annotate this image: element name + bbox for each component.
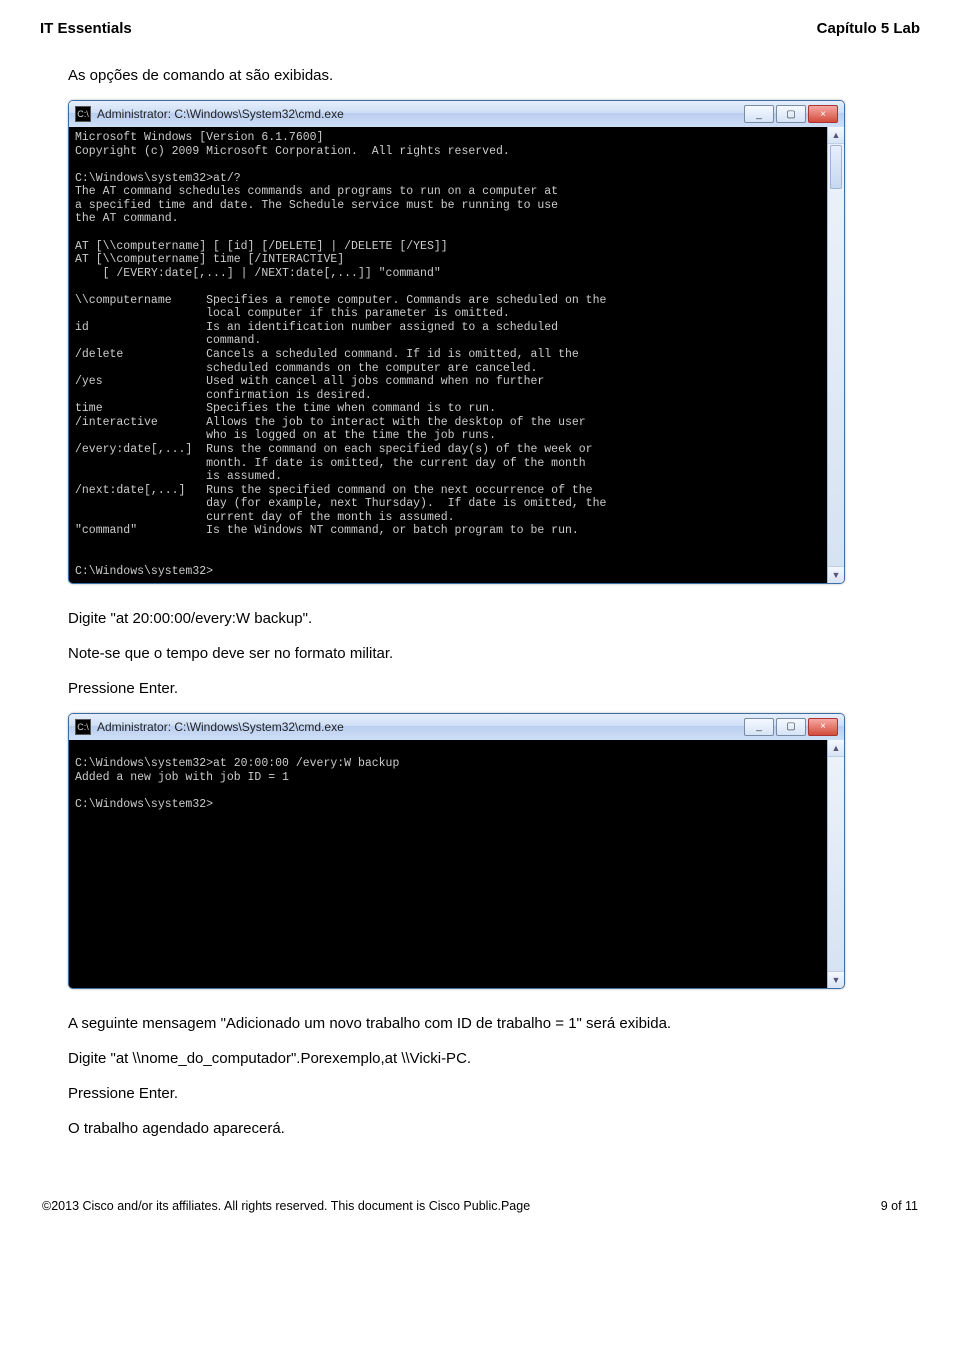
paragraph: O trabalho agendado aparecerá.: [68, 1118, 920, 1139]
close-button[interactable]: ×: [808, 718, 838, 736]
paragraph: Pressione Enter.: [68, 678, 920, 699]
cmd-window-2: C:\ Administrator: C:\Windows\System32\c…: [68, 713, 845, 989]
scrollbar[interactable]: ▲ ▼: [827, 127, 844, 583]
cmd-output[interactable]: C:\Windows\system32>at 20:00:00 /every:W…: [69, 740, 827, 988]
window-title: Administrator: C:\Windows\System32\cmd.e…: [97, 720, 744, 734]
maximize-button[interactable]: ▢: [776, 105, 806, 123]
scroll-down-icon[interactable]: ▼: [828, 566, 844, 583]
minimize-button[interactable]: _: [744, 105, 774, 123]
paragraph: Digite "at 20:00:00/every:W backup".: [68, 608, 920, 629]
cmd-icon: C:\: [75, 719, 91, 735]
paragraph: As opções de comando at são exibidas.: [68, 65, 920, 86]
scroll-down-icon[interactable]: ▼: [828, 971, 844, 988]
scroll-up-icon[interactable]: ▲: [828, 127, 844, 144]
cmd-output[interactable]: Microsoft Windows [Version 6.1.7600] Cop…: [69, 127, 827, 583]
header-right: Capítulo 5 Lab: [817, 20, 920, 37]
window-titlebar[interactable]: C:\ Administrator: C:\Windows\System32\c…: [69, 101, 844, 127]
scroll-thumb[interactable]: [830, 145, 842, 189]
minimize-button[interactable]: _: [744, 718, 774, 736]
cmd-icon: C:\: [75, 106, 91, 122]
cmd-client-area: C:\Windows\system32>at 20:00:00 /every:W…: [69, 740, 844, 988]
paragraph: Digite "at \\nome_do_computador".Porexem…: [68, 1048, 920, 1069]
window-titlebar[interactable]: C:\ Administrator: C:\Windows\System32\c…: [69, 714, 844, 740]
header-left: IT Essentials: [40, 20, 132, 37]
page-footer: ©2013 Cisco and/or its affiliates. All r…: [40, 1199, 920, 1213]
close-button[interactable]: ×: [808, 105, 838, 123]
footer-left: ©2013 Cisco and/or its affiliates. All r…: [42, 1199, 530, 1213]
scrollbar[interactable]: ▲ ▼: [827, 740, 844, 988]
page-header: IT Essentials Capítulo 5 Lab: [40, 20, 920, 37]
scroll-up-icon[interactable]: ▲: [828, 740, 844, 757]
cmd-client-area: Microsoft Windows [Version 6.1.7600] Cop…: [69, 127, 844, 583]
maximize-button[interactable]: ▢: [776, 718, 806, 736]
paragraph: Note-se que o tempo deve ser no formato …: [68, 643, 920, 664]
paragraph: Pressione Enter.: [68, 1083, 920, 1104]
footer-right: 9 of 11: [881, 1199, 918, 1213]
page: IT Essentials Capítulo 5 Lab As opções d…: [0, 0, 960, 1243]
window-buttons: _ ▢ ×: [744, 718, 838, 736]
paragraph: A seguinte mensagem "Adicionado um novo …: [68, 1013, 920, 1034]
cmd-window-1: C:\ Administrator: C:\Windows\System32\c…: [68, 100, 845, 584]
window-buttons: _ ▢ ×: [744, 105, 838, 123]
window-title: Administrator: C:\Windows\System32\cmd.e…: [97, 107, 744, 121]
